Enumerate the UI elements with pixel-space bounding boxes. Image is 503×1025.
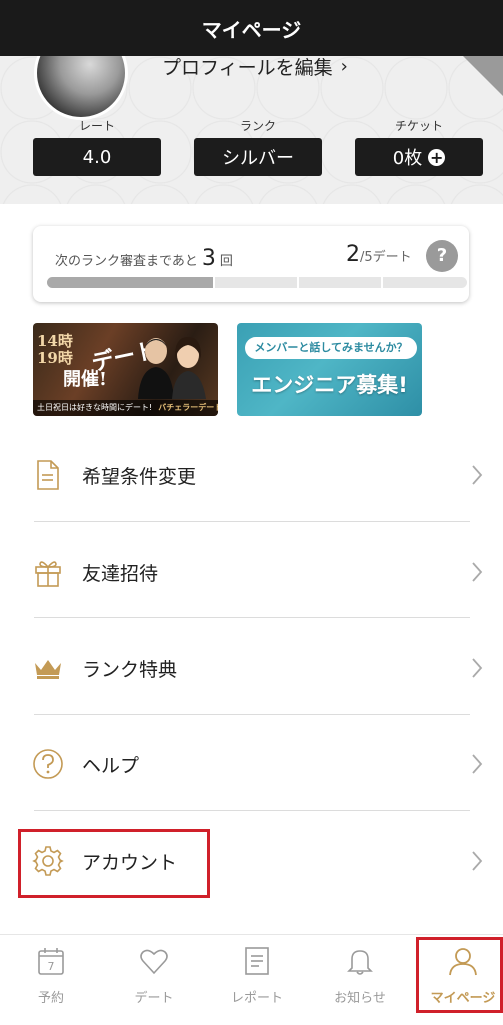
rank-help-icon[interactable]: ? <box>426 240 458 272</box>
document-icon <box>32 459 64 491</box>
page-header: マイページ <box>0 0 503 56</box>
divider <box>34 714 470 715</box>
stat-rate-value: 4.0 <box>82 146 112 168</box>
banner-time: 14時 19時 <box>37 333 73 367</box>
chevron-right-icon <box>472 754 483 774</box>
engineer-recruit-banner[interactable]: メンバーと話してみませんか？ エンジニア募集! <box>237 323 422 416</box>
heart-icon <box>140 949 168 975</box>
chevron-right-icon <box>472 851 483 871</box>
stat-rank-value-box: シルバー <box>194 138 322 176</box>
stat-rank-value: シルバー <box>222 148 294 169</box>
avatar[interactable] <box>34 56 128 120</box>
date-count-total: /5デート <box>360 250 412 265</box>
question-circle-icon <box>32 748 64 780</box>
chevron-right-icon: › <box>340 56 348 77</box>
couple-photo-icon <box>138 337 206 399</box>
banner-footer-text: 土日祝日は好きな時間にデート! <box>37 403 153 412</box>
chevron-right-icon <box>472 465 483 485</box>
banner-footer: 土日祝日は好きな時間にデート! バチェラーデート <box>33 400 218 416</box>
stat-ticket-label: チケット <box>394 119 443 133</box>
menu-item-label: ヘルプ <box>82 754 140 777</box>
date-count-done: 2 <box>346 242 360 267</box>
menu-item-label: ランク特典 <box>82 658 178 681</box>
menu-item-rank-benefits[interactable]: ランク特典 <box>0 620 503 716</box>
stat-rate: レート 4.0 <box>33 118 161 176</box>
stat-rank-label: ランク <box>239 119 276 133</box>
divider <box>34 521 470 522</box>
banner-title: エンジニア募集! <box>251 373 408 397</box>
nav-label: お知らせ <box>334 991 386 1006</box>
stat-rate-value-box: 4.0 <box>33 138 161 176</box>
menu-item-label: 友達招待 <box>82 562 159 585</box>
edit-profile-label: プロフィールを編集 <box>162 56 333 79</box>
stat-ticket-value-box[interactable]: 0枚 + <box>355 138 483 176</box>
page-title: マイページ <box>201 17 302 42</box>
report-icon <box>245 947 269 975</box>
chevron-right-icon <box>472 562 483 582</box>
nav-notifications[interactable]: お知らせ <box>310 935 410 1025</box>
date-count: 2 /5デート <box>346 242 412 267</box>
rank-progress-fill <box>47 277 215 288</box>
banner-pill: メンバーと話してみませんか？ <box>245 337 417 359</box>
banner-brand: バチェラーデート <box>158 403 218 412</box>
nav-label: 予約 <box>37 991 64 1006</box>
menu-item-label: 希望条件変更 <box>82 465 197 488</box>
banner-title-2: 開催! <box>63 369 107 390</box>
menu-item-preferences[interactable]: 希望条件変更 <box>0 427 503 523</box>
calendar-date: 7 <box>48 960 55 973</box>
crown-icon <box>32 652 64 684</box>
stat-ticket-value: 0枚 <box>392 148 423 169</box>
menu-item-invite[interactable]: 友達招待 <box>0 524 503 620</box>
nav-date[interactable]: デート <box>104 935 204 1025</box>
nav-label: デート <box>134 991 174 1006</box>
add-ticket-icon[interactable]: + <box>428 148 446 166</box>
edit-profile-link[interactable]: プロフィールを編集 › <box>162 56 348 79</box>
nav-reservation[interactable]: 7 予約 <box>1 935 101 1025</box>
progress-divider <box>297 277 299 288</box>
divider <box>34 810 470 811</box>
divider <box>34 617 470 618</box>
bell-icon <box>347 950 373 975</box>
stat-rate-label: レート <box>78 119 115 133</box>
rank-progress-card: 次のランク審査まであと 3 回 2 /5デート ? <box>33 226 469 302</box>
calendar-icon: 7 <box>38 948 64 975</box>
progress-divider <box>213 277 215 288</box>
stat-ticket: チケット 0枚 + <box>355 118 483 176</box>
profile-section: プロフィールを編集 › レート 4.0 ランク シルバー チケット 0枚 + <box>0 56 503 204</box>
bachelor-date-banner[interactable]: 14時 19時 デート 開催! 土日祝日は好きな時間にデート! バチェラーデート <box>33 323 218 416</box>
progress-divider <box>381 277 383 288</box>
corner-decoration <box>463 56 503 96</box>
gift-icon <box>32 556 64 588</box>
nav-report[interactable]: レポート <box>207 935 307 1025</box>
rank-review-unit: 回 <box>219 254 233 269</box>
chevron-right-icon <box>472 658 483 678</box>
stat-rank: ランク シルバー <box>194 118 322 176</box>
nav-label: レポート <box>230 991 283 1006</box>
banner-time-line: 14時 <box>37 332 73 350</box>
rank-review-remaining: 3 <box>201 246 216 271</box>
rank-review-countdown: 次のランク審査まであと 3 回 <box>55 246 233 271</box>
rank-review-prefix: 次のランク審査まであと <box>55 254 198 269</box>
mypage-highlight-box <box>416 937 503 1013</box>
account-highlight-box <box>18 829 210 898</box>
menu-item-help[interactable]: ヘルプ <box>0 716 503 812</box>
rank-progress-bar <box>47 277 467 288</box>
